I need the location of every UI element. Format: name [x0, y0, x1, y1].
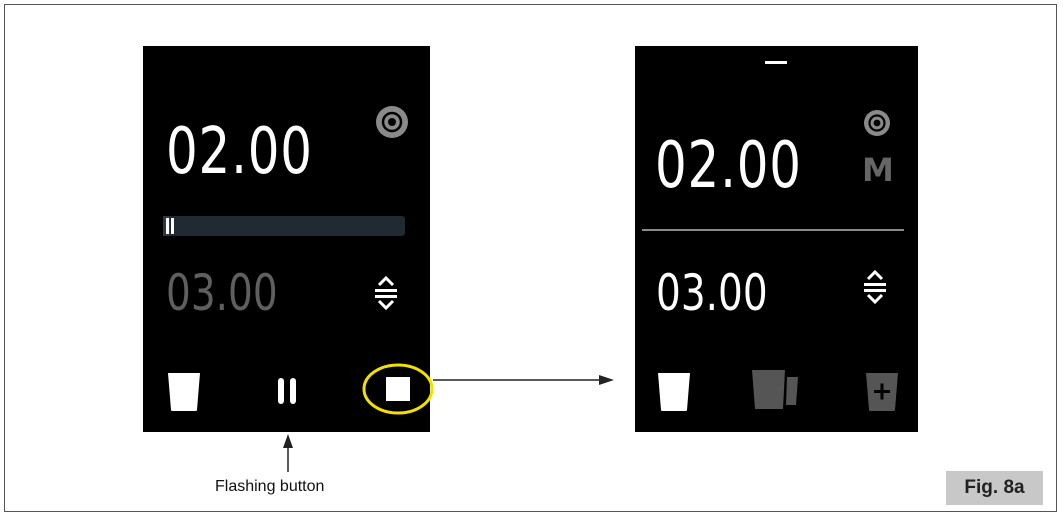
annotation-caption: Flashing button	[215, 478, 325, 495]
transition-arrowhead	[599, 375, 614, 385]
pointer-arrowhead	[283, 434, 293, 448]
figure-label: Fig. 8a	[946, 471, 1043, 505]
highlight-ellipse	[362, 363, 434, 415]
annotation-overlay	[283, 363, 614, 472]
